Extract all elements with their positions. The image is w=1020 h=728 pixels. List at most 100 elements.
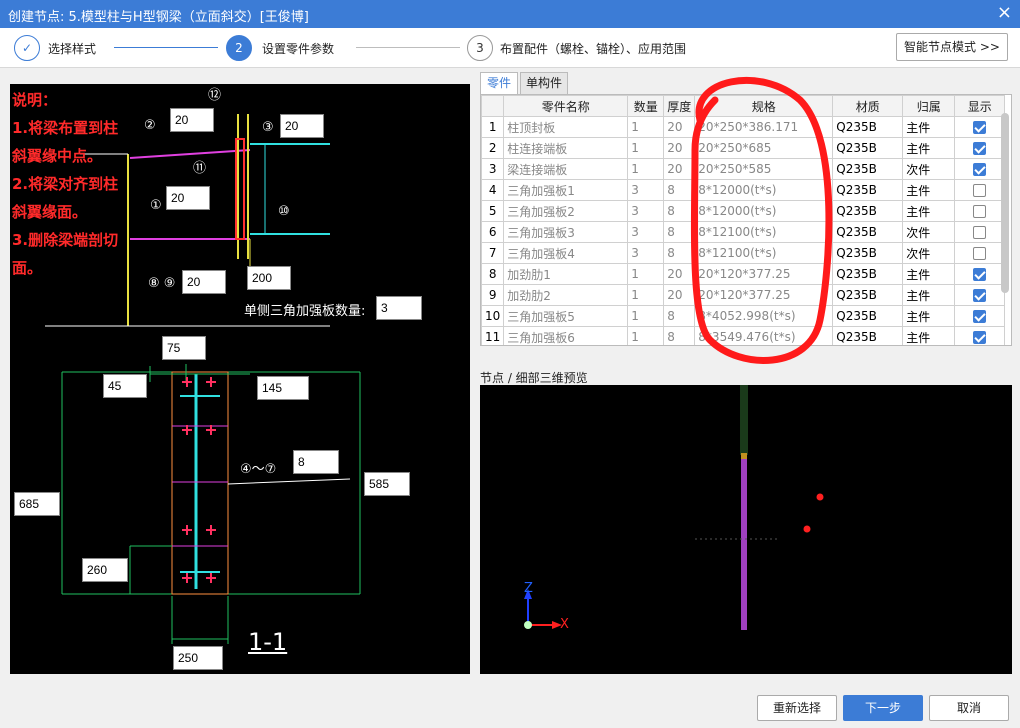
step-1-label: 选择样式 <box>48 42 97 56</box>
cell-name[interactable]: 三角加强板3 <box>503 221 629 243</box>
note-line: 面。 <box>12 259 43 277</box>
show-checkbox[interactable] <box>973 268 987 281</box>
show-checkbox[interactable] <box>973 310 987 323</box>
show-checkbox[interactable] <box>973 331 987 344</box>
cell-owner[interactable]: 次件 <box>902 242 956 264</box>
cell-mat[interactable]: Q235B <box>832 326 904 345</box>
cell-mat[interactable]: Q235B <box>832 242 904 264</box>
param-145-input[interactable] <box>257 376 309 400</box>
triangle-qty-input[interactable] <box>376 296 422 320</box>
cell-mat[interactable]: Q235B <box>832 221 904 243</box>
param-1-input[interactable] <box>166 186 210 210</box>
param-75-input[interactable] <box>162 336 206 360</box>
cell-qty[interactable]: 3 <box>627 200 665 222</box>
cell-mat[interactable]: Q235B <box>832 200 904 222</box>
show-checkbox[interactable] <box>973 226 987 239</box>
cancel-button[interactable]: 取消 <box>929 695 1009 721</box>
part-3-marker: ③ <box>262 120 274 135</box>
cell-owner[interactable]: 主件 <box>902 137 956 159</box>
cell-name[interactable]: 三角加强板6 <box>503 326 629 345</box>
cell-mat[interactable]: Q235B <box>832 284 904 306</box>
cell-name[interactable]: 三角加强板2 <box>503 200 629 222</box>
cell-name[interactable]: 柱连接端板 <box>503 137 629 159</box>
cell-idx: 6 <box>481 221 505 243</box>
col-owner[interactable]: 归属 <box>902 95 956 117</box>
cell-owner[interactable]: 次件 <box>902 221 956 243</box>
cell-name[interactable]: 三角加强板4 <box>503 242 629 264</box>
cell-mat[interactable]: Q235B <box>832 179 904 201</box>
cell-mat[interactable]: Q235B <box>832 158 904 180</box>
cell-qty[interactable]: 3 <box>627 179 665 201</box>
show-checkbox[interactable] <box>973 184 987 197</box>
cell-idx: 5 <box>481 200 505 222</box>
part-2-marker: ② <box>144 118 156 133</box>
cell-idx: 9 <box>481 284 505 306</box>
param-585-input[interactable] <box>364 472 410 496</box>
cell-name[interactable]: 加劲肋1 <box>503 263 629 285</box>
smart-node-mode-button[interactable]: 智能节点模式 >> <box>896 33 1008 61</box>
param-200-input[interactable] <box>247 266 291 290</box>
cell-qty[interactable]: 3 <box>627 242 665 264</box>
cell-idx: 4 <box>481 179 505 201</box>
show-checkbox[interactable] <box>973 121 987 134</box>
parameter-drawing: 说明： 1.将梁布置到柱 斜翼缘中点。 2.将梁对齐到柱 斜翼缘面。 3.删除梁… <box>10 84 470 674</box>
cell-qty[interactable]: 1 <box>627 158 665 180</box>
col-qty[interactable]: 数量 <box>627 95 665 117</box>
cell-name[interactable]: 三角加强板5 <box>503 305 629 327</box>
tab-parts[interactable]: 零件 <box>480 72 518 94</box>
show-checkbox[interactable] <box>973 205 987 218</box>
table-scrollbar[interactable] <box>1001 113 1009 293</box>
cell-qty[interactable]: 1 <box>627 263 665 285</box>
red-circle-annotation <box>690 76 833 364</box>
cell-idx: 8 <box>481 263 505 285</box>
param-685-input[interactable] <box>14 492 60 516</box>
part-12-marker: ⑫ <box>208 88 222 103</box>
cell-owner[interactable]: 主件 <box>902 179 956 201</box>
cell-qty[interactable]: 1 <box>627 305 665 327</box>
cell-owner[interactable]: 主件 <box>902 263 956 285</box>
cell-owner[interactable]: 主件 <box>902 305 956 327</box>
show-checkbox[interactable] <box>973 289 987 302</box>
cell-mat[interactable]: Q235B <box>832 305 904 327</box>
show-checkbox[interactable] <box>973 163 987 176</box>
cell-owner[interactable]: 次件 <box>902 158 956 180</box>
window-title: 创建节点: 5.模型柱与H型钢梁（立面斜交）[王俊博] <box>8 10 309 25</box>
cell-name[interactable]: 加劲肋2 <box>503 284 629 306</box>
show-checkbox[interactable] <box>973 247 987 260</box>
col-show[interactable]: 显示 <box>954 95 1006 117</box>
param-250-input[interactable] <box>173 646 223 670</box>
cell-qty[interactable]: 3 <box>627 221 665 243</box>
cell-qty[interactable]: 1 <box>627 284 665 306</box>
param-2-input[interactable] <box>170 108 214 132</box>
cell-show <box>954 284 1006 306</box>
param-45-input[interactable] <box>103 374 147 398</box>
step-2-number: 2 <box>226 35 252 61</box>
cell-name[interactable]: 梁连接端板 <box>503 158 629 180</box>
3d-preview[interactable]: Z X <box>480 385 1012 674</box>
cell-owner[interactable]: 主件 <box>902 284 956 306</box>
tab-single-member[interactable]: 单构件 <box>520 72 568 94</box>
cell-mat[interactable]: Q235B <box>832 137 904 159</box>
param-8-input[interactable] <box>293 450 339 474</box>
cell-mat[interactable]: Q235B <box>832 116 904 138</box>
note-line: 斜翼缘中点。 <box>12 147 103 165</box>
cell-mat[interactable]: Q235B <box>832 263 904 285</box>
axis-x-label: X <box>560 617 569 632</box>
cell-owner[interactable]: 主件 <box>902 326 956 345</box>
param-3-input[interactable] <box>280 114 324 138</box>
cell-owner[interactable]: 主件 <box>902 116 956 138</box>
cell-name[interactable]: 三角加强板1 <box>503 179 629 201</box>
cell-qty[interactable]: 1 <box>627 326 665 345</box>
cell-qty[interactable]: 1 <box>627 137 665 159</box>
cell-owner[interactable]: 主件 <box>902 200 956 222</box>
close-icon[interactable]: × <box>997 3 1012 23</box>
col-material[interactable]: 材质 <box>832 95 904 117</box>
cell-qty[interactable]: 1 <box>627 116 665 138</box>
col-name[interactable]: 零件名称 <box>503 95 629 117</box>
param-8-9-input[interactable] <box>182 270 226 294</box>
show-checkbox[interactable] <box>973 142 987 155</box>
cell-name[interactable]: 柱顶封板 <box>503 116 629 138</box>
next-step-button[interactable]: 下一步 <box>843 695 923 721</box>
reselect-button[interactable]: 重新选择 <box>757 695 837 721</box>
param-260-input[interactable] <box>82 558 128 582</box>
